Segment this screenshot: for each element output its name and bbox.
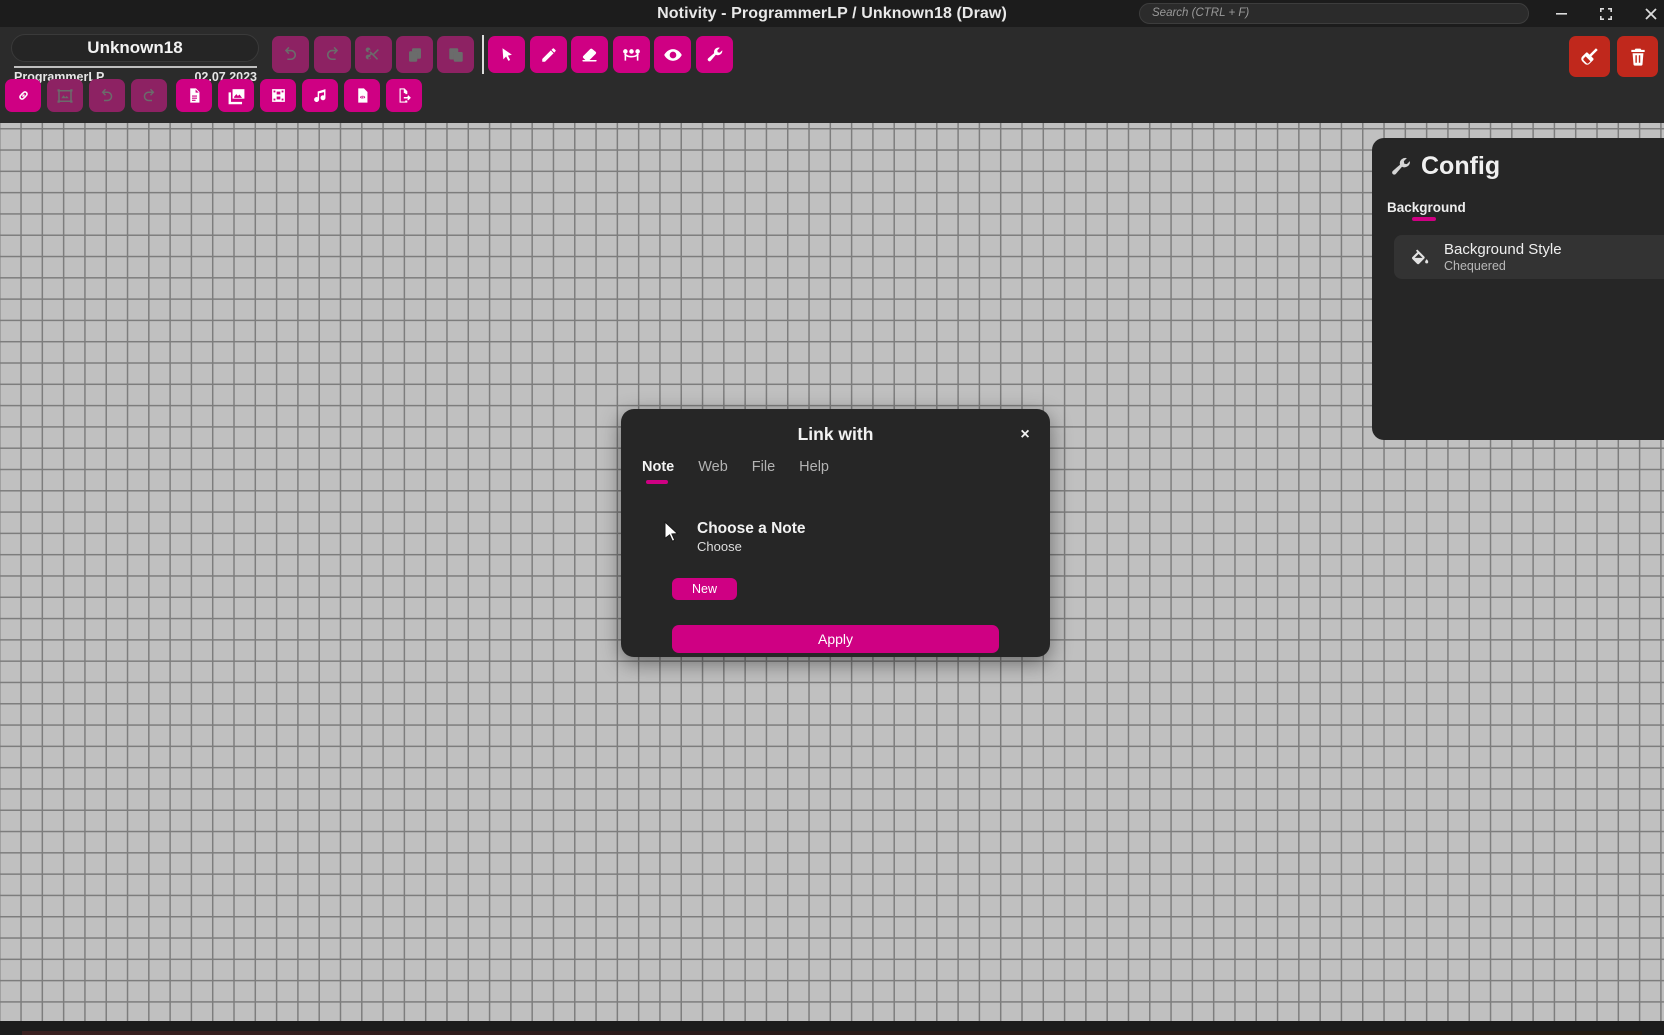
config-title: Config: [1421, 152, 1500, 181]
view-tool[interactable]: [654, 36, 691, 73]
canvas-bottom-accent: [22, 1031, 1642, 1035]
insert-document-button[interactable]: [176, 79, 212, 112]
dialog-close-button[interactable]: ×: [1014, 424, 1036, 446]
redo-icon: [140, 87, 158, 105]
eraser-icon: [580, 45, 599, 64]
dialog-tab-file[interactable]: File: [752, 459, 775, 475]
dialog-title: Link with: [621, 424, 1050, 445]
config-item-background-style[interactable]: Background Style Chequered: [1394, 235, 1664, 279]
title-bar: Notivity - ProgrammerLP / Unknown18 (Dra…: [0, 0, 1664, 27]
music-note-icon: [312, 87, 329, 104]
image-icon: [227, 86, 246, 105]
toolbar-separator: [482, 35, 484, 74]
export-icon: [396, 87, 413, 104]
insert-code-file-button[interactable]: [344, 79, 380, 112]
app-window: Notivity - ProgrammerLP / Unknown18 (Dra…: [0, 0, 1664, 1035]
dialog-tab-help[interactable]: Help: [799, 459, 829, 475]
redo-draw-button[interactable]: [131, 79, 167, 112]
select-tool[interactable]: [488, 36, 525, 73]
undo-icon: [98, 87, 116, 105]
eraser-tool[interactable]: [571, 36, 608, 73]
eye-icon: [663, 45, 683, 65]
maximize-button[interactable]: [1584, 0, 1628, 27]
minimize-icon: [1555, 7, 1568, 20]
mouse-cursor: [664, 521, 681, 548]
undo-draw-button[interactable]: [89, 79, 125, 112]
broom-icon: [1579, 46, 1600, 67]
shape-tool[interactable]: [613, 36, 650, 73]
choose-note-label: Choose a Note: [697, 520, 806, 538]
cut-button[interactable]: [355, 36, 392, 73]
note-title-underline: [14, 66, 257, 68]
config-tab-background[interactable]: Background: [1387, 200, 1466, 215]
copy-button[interactable]: [396, 36, 433, 73]
paste-button[interactable]: [437, 36, 474, 73]
config-panel: Config Background Background Style Chequ…: [1372, 138, 1664, 440]
toolbar-area: Unknown18 ProgrammerLP 02.07.2023: [0, 27, 1664, 123]
dialog-tabs: Note Web File Help: [642, 459, 829, 475]
link-icon: [14, 86, 33, 105]
insert-video-button[interactable]: [260, 79, 296, 112]
apply-button[interactable]: Apply: [672, 625, 999, 653]
redo-icon: [323, 45, 342, 64]
pencil-icon: [540, 46, 558, 64]
link-with-dialog: Link with × Note Web File Help Choose a …: [621, 409, 1050, 657]
scissors-icon: [364, 45, 383, 64]
config-item-value: Chequered: [1444, 259, 1562, 273]
undo-icon: [281, 45, 300, 64]
config-item-title: Background Style: [1444, 241, 1562, 258]
export-button[interactable]: [386, 79, 422, 112]
clear-canvas-button[interactable]: [1569, 36, 1610, 77]
insert-image-button[interactable]: [218, 79, 254, 112]
paint-bucket-icon: [1394, 246, 1431, 268]
close-icon: [1644, 7, 1658, 21]
document-icon: [186, 87, 203, 104]
shapes-icon: [621, 44, 642, 65]
film-icon: [270, 87, 287, 104]
wrench-icon: [1390, 156, 1412, 178]
link-button[interactable]: [5, 79, 41, 112]
image-frame-icon: [56, 87, 74, 105]
choose-note-value[interactable]: Choose: [697, 539, 742, 554]
frame-button[interactable]: [47, 79, 83, 112]
copy-icon: [406, 46, 424, 64]
config-tab-indicator: [1412, 217, 1436, 221]
dialog-tab-web[interactable]: Web: [698, 459, 728, 475]
restore-icon: [1599, 7, 1613, 21]
file-code-icon: [354, 87, 371, 104]
redo-button[interactable]: [314, 36, 351, 73]
cursor-arrow-icon: [498, 46, 516, 64]
dialog-tab-note[interactable]: Note: [642, 459, 674, 475]
config-item-texts: Background Style Chequered: [1444, 241, 1562, 273]
minimize-button[interactable]: [1539, 0, 1583, 27]
note-title-input[interactable]: Unknown18: [11, 34, 259, 62]
search-input[interactable]: Search (CTRL + F): [1139, 3, 1529, 24]
settings-tool[interactable]: [696, 36, 733, 73]
trash-icon: [1628, 47, 1648, 67]
paste-icon: [447, 46, 465, 64]
undo-button[interactable]: [272, 36, 309, 73]
pen-tool[interactable]: [530, 36, 567, 73]
config-header: Config: [1390, 152, 1500, 181]
wrench-icon: [706, 46, 724, 64]
close-button[interactable]: [1629, 0, 1664, 27]
delete-button[interactable]: [1617, 36, 1658, 77]
insert-audio-button[interactable]: [302, 79, 338, 112]
new-note-button[interactable]: New: [672, 578, 737, 600]
